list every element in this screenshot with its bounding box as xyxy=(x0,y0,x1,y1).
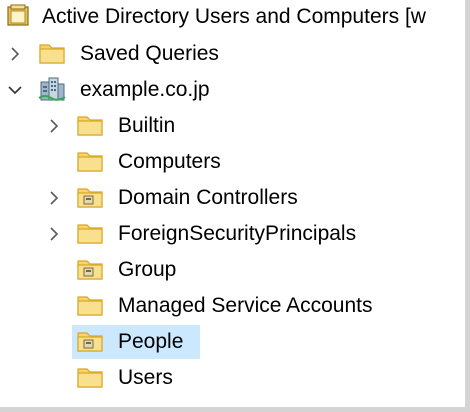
chevron-right-icon[interactable] xyxy=(6,45,24,63)
tree-item-label: Group xyxy=(118,258,177,281)
chevron-right-icon[interactable] xyxy=(45,117,63,135)
folder-icon xyxy=(76,220,104,246)
folder-icon xyxy=(76,148,104,174)
folder-icon xyxy=(76,112,104,138)
ad-console-icon xyxy=(6,4,32,28)
chevron-right-icon[interactable] xyxy=(45,225,63,243)
tree-item-label: Saved Queries xyxy=(80,42,219,65)
tree-item-label: Managed Service Accounts xyxy=(118,294,373,317)
folder-icon xyxy=(76,364,104,390)
tree-item-label: Domain Controllers xyxy=(118,186,298,209)
folder-icon xyxy=(76,292,104,318)
tree-item-label: Builtin xyxy=(118,114,176,137)
tree-item-label: Computers xyxy=(118,150,221,173)
tree-item-label: People xyxy=(118,330,184,353)
ad-tree-view: Active Directory Users and Computers [w … xyxy=(0,0,470,412)
tree-item-label: ForeignSecurityPrincipals xyxy=(118,222,357,245)
organizational-unit-icon xyxy=(76,328,104,354)
tree-item-foreign-security-principals[interactable]: ForeignSecurityPrincipals xyxy=(0,217,465,251)
tree-item-label: example.co.jp xyxy=(80,78,210,101)
tree-item-people[interactable]: People xyxy=(0,325,465,359)
tree-item-managed-service-accounts[interactable]: Managed Service Accounts xyxy=(0,289,465,323)
organizational-unit-icon xyxy=(76,184,104,210)
domain-icon xyxy=(38,76,66,102)
folder-icon xyxy=(38,40,66,66)
tree-item-computers[interactable]: Computers xyxy=(0,145,465,179)
chevron-down-icon[interactable] xyxy=(6,81,24,99)
tree-root[interactable]: Active Directory Users and Computers [w xyxy=(0,0,465,34)
tree-item-domain[interactable]: example.co.jp xyxy=(0,73,465,107)
tree-item-builtin[interactable]: Builtin xyxy=(0,109,465,143)
organizational-unit-icon xyxy=(76,256,104,282)
chevron-right-icon[interactable] xyxy=(45,189,63,207)
tree-root-label: Active Directory Users and Computers [w xyxy=(42,5,426,28)
tree-item-group[interactable]: Group xyxy=(0,253,465,287)
tree-item-label: Users xyxy=(118,366,173,389)
tree-item-domain-controllers[interactable]: Domain Controllers xyxy=(0,181,465,215)
tree-item-users[interactable]: Users xyxy=(0,361,465,395)
tree-item-saved-queries[interactable]: Saved Queries xyxy=(0,37,465,71)
